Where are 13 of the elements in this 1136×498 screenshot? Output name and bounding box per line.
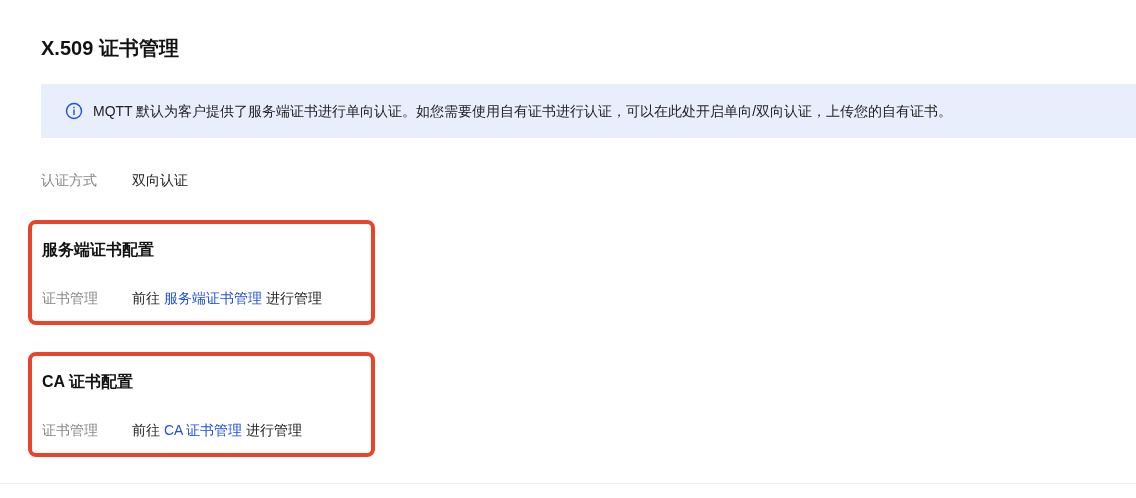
- manage-link[interactable]: CA 证书管理: [163, 422, 243, 438]
- field-label: 证书管理: [42, 289, 99, 308]
- field-value: 前往 服务端证书管理 进行管理: [132, 289, 322, 308]
- field-label: 认证方式: [41, 170, 98, 190]
- page-title: X.509 证书管理: [41, 36, 179, 61]
- manage-link[interactable]: 服务端证书管理: [163, 290, 262, 306]
- section-title: CA 证书配置: [42, 372, 133, 392]
- field-label: 证书管理: [42, 421, 99, 440]
- field-value: 双向认证: [132, 170, 188, 190]
- section-title: 服务端证书配置: [42, 240, 154, 260]
- info-icon: [65, 102, 83, 120]
- notice-text: MQTT 默认为客户提供了服务端证书进行单向认证。如您需要使用自有证书进行认证，可以在此处开启单向/双向认证，上传您的自有证书。: [93, 101, 953, 121]
- field-value: 前往 CA 证书管理 进行管理: [132, 421, 303, 440]
